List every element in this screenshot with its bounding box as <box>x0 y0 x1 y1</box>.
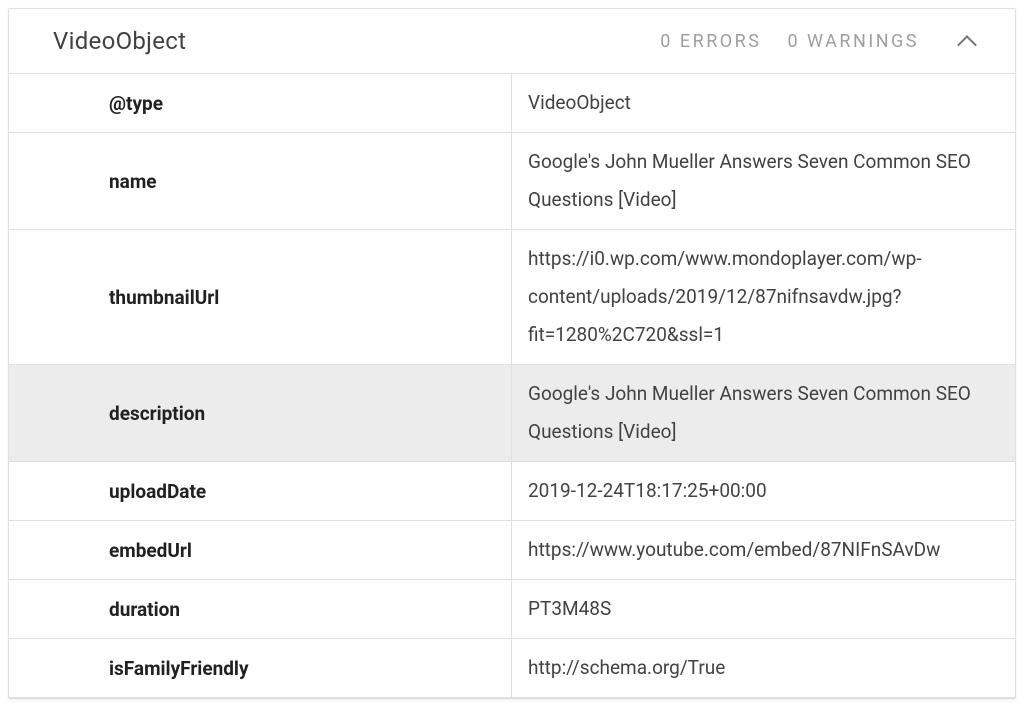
panel-header[interactable]: VideoObject 0 ERRORS 0 WARNINGS <box>9 9 1015 74</box>
table-row[interactable]: descriptionGoogle's John Mueller Answers… <box>9 365 1015 462</box>
property-value: https://i0.wp.com/www.mondoplayer.com/wp… <box>512 230 1015 364</box>
table-row[interactable]: nameGoogle's John Mueller Answers Seven … <box>9 133 1015 230</box>
table-row[interactable]: durationPT3M48S <box>9 580 1015 639</box>
property-key: name <box>9 133 512 229</box>
table-row[interactable]: isFamilyFriendlyhttp://schema.org/True <box>9 639 1015 698</box>
property-key: uploadDate <box>9 462 512 520</box>
property-value: 2019-12-24T18:17:25+00:00 <box>512 462 1015 520</box>
properties-table: @typeVideoObjectnameGoogle's John Muelle… <box>9 74 1015 698</box>
property-key: embedUrl <box>9 521 512 579</box>
errors-count: 0 <box>660 31 673 52</box>
table-row[interactable]: embedUrlhttps://www.youtube.com/embed/87… <box>9 521 1015 580</box>
table-row[interactable]: @typeVideoObject <box>9 74 1015 133</box>
property-value: Google's John Mueller Answers Seven Comm… <box>512 133 1015 229</box>
table-row[interactable]: uploadDate2019-12-24T18:17:25+00:00 <box>9 462 1015 521</box>
panel-title: VideoObject <box>53 27 660 55</box>
property-value: http://schema.org/True <box>512 639 1015 697</box>
property-key: description <box>9 365 512 461</box>
warnings-count: 0 <box>787 31 800 52</box>
property-key: isFamilyFriendly <box>9 639 512 697</box>
property-value: PT3M48S <box>512 580 1015 638</box>
panel-stats: 0 ERRORS 0 WARNINGS <box>660 31 919 52</box>
warnings-stat: 0 WARNINGS <box>787 31 919 52</box>
property-key: thumbnailUrl <box>9 230 512 364</box>
structured-data-panel: VideoObject 0 ERRORS 0 WARNINGS @typeVid… <box>8 8 1016 699</box>
warnings-label: WARNINGS <box>807 31 919 52</box>
property-key: @type <box>9 74 512 132</box>
errors-label: ERRORS <box>680 31 762 52</box>
property-value: https://www.youtube.com/embed/87NIFnSAvD… <box>512 521 1015 579</box>
property-key: duration <box>9 580 512 638</box>
table-row[interactable]: thumbnailUrlhttps://i0.wp.com/www.mondop… <box>9 230 1015 365</box>
chevron-up-icon[interactable] <box>957 31 977 51</box>
property-value: Google's John Mueller Answers Seven Comm… <box>512 365 1015 461</box>
errors-stat: 0 ERRORS <box>660 31 761 52</box>
property-value: VideoObject <box>512 74 1015 132</box>
